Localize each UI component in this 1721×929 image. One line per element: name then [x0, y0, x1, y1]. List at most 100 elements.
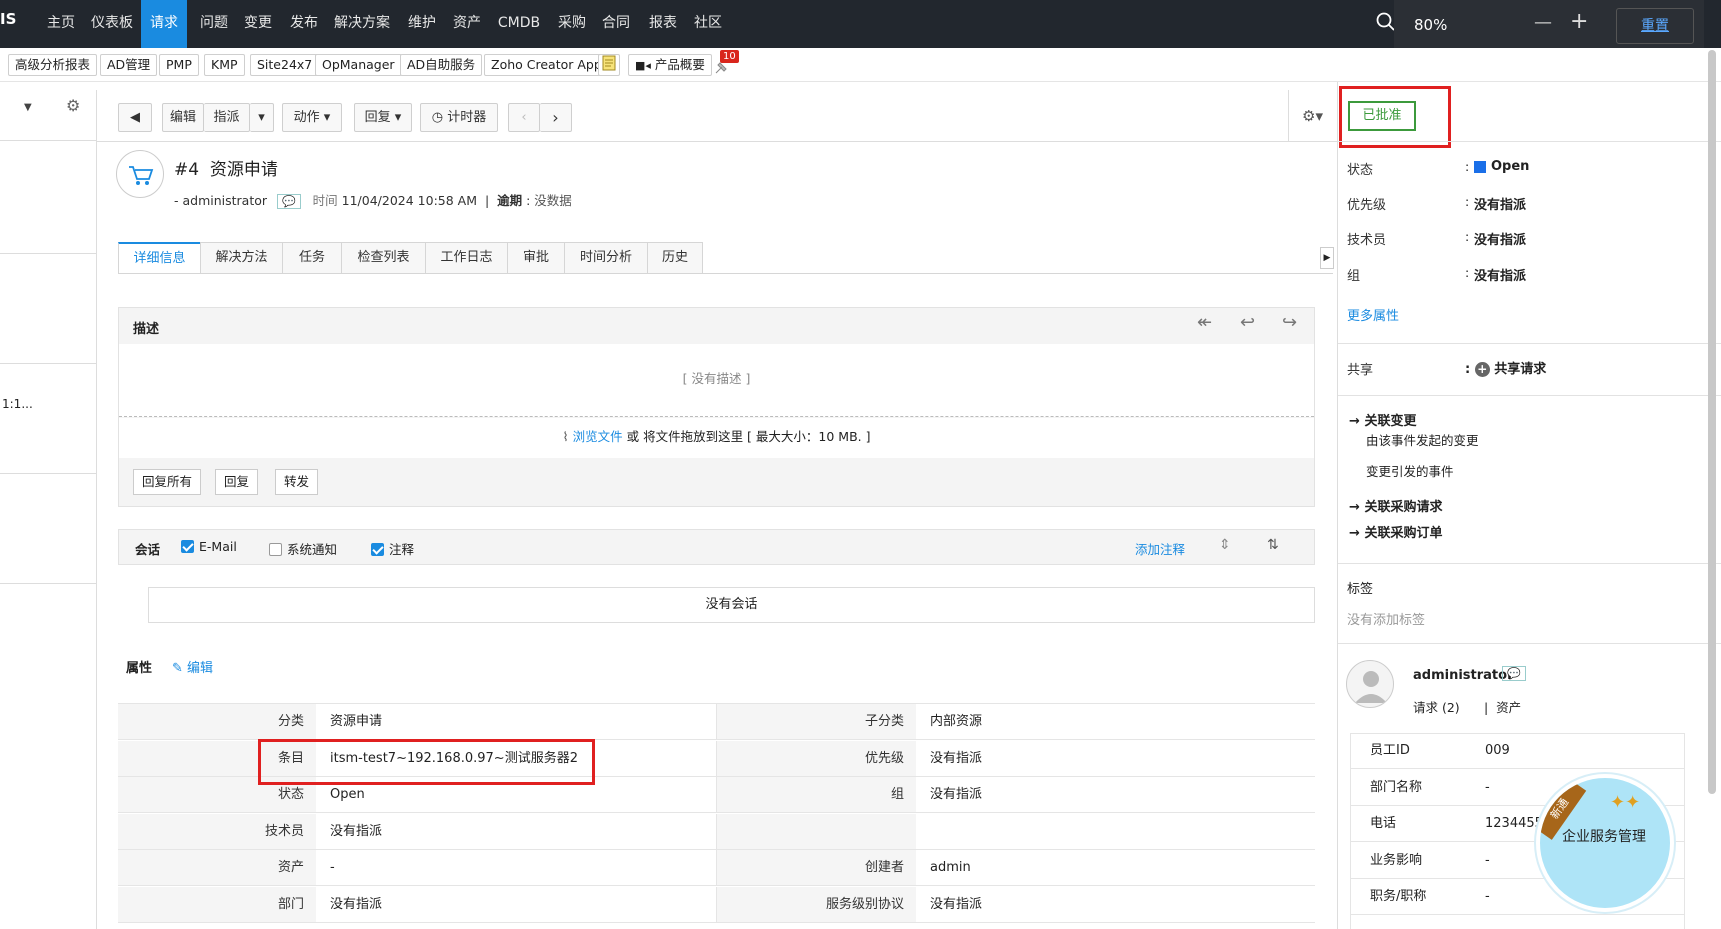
nav-item[interactable]: CMDB	[495, 0, 543, 48]
reply-button[interactable]: 回复 ▾	[354, 103, 412, 132]
nav-item[interactable]: 变更	[240, 0, 276, 48]
app-logo[interactable]: IS	[0, 10, 22, 34]
browse-file-link[interactable]: 浏览文件	[573, 429, 623, 444]
tab-item[interactable]: 详细信息	[118, 242, 201, 274]
assign-dropdown-icon[interactable]: ▾	[250, 103, 274, 132]
timer-button[interactable]: ◷ 计时器	[420, 103, 498, 132]
quick-link[interactable]: AD管理	[100, 54, 158, 76]
nav-item[interactable]: 社区	[690, 0, 726, 48]
user-assets-label: 资产	[1496, 700, 1522, 715]
nav-item[interactable]: 解决方案	[331, 0, 393, 48]
status-color-icon	[1474, 161, 1486, 173]
employee-field-value: -	[1485, 852, 1490, 868]
quick-link[interactable]: Zoho Creator App	[484, 54, 609, 76]
properties-edit-link[interactable]: 编辑	[187, 661, 213, 676]
chevron-down-icon[interactable]: ▼	[24, 102, 32, 113]
next-button[interactable]: ›	[540, 103, 572, 132]
tab-item[interactable]: 任务	[282, 242, 342, 274]
settings-gear-icon[interactable]: ⚙▾	[1288, 90, 1336, 142]
zoom-out-button[interactable]: —	[1534, 12, 1552, 33]
list-item-text[interactable]: 1:1...	[2, 397, 33, 411]
drop-hint: 或 将文件拖放到这里 [ 最大大小：10 MB. ]	[626, 429, 871, 444]
filter-system[interactable]: 系统通知	[269, 539, 337, 558]
quick-link[interactable]: OpManager	[315, 54, 402, 76]
assign-button[interactable]: 指派	[204, 103, 250, 132]
quick-link[interactable]: KMP	[204, 54, 245, 76]
incident-from-change[interactable]: 变更引发的事件	[1366, 461, 1454, 480]
chat-icon[interactable]: 💬	[277, 194, 301, 209]
nav-item[interactable]: 主页	[43, 0, 79, 48]
field-value[interactable]: 没有指派	[1474, 229, 1526, 248]
quick-link[interactable]: Site24x7	[250, 54, 320, 76]
assoc-po-request-link[interactable]: → 关联采购请求	[1349, 496, 1442, 515]
previous-button[interactable]: ‹	[508, 103, 540, 132]
properties-edit[interactable]: ✎ 编辑	[172, 657, 213, 676]
requester-name[interactable]: - administrator	[174, 193, 267, 208]
left-list-panel: ▼ ⚙ 1:1...	[0, 90, 97, 929]
checkbox-notes[interactable]	[371, 543, 384, 556]
gear-icon[interactable]: ⚙	[66, 96, 80, 115]
tab-item[interactable]: 解决方法	[200, 242, 283, 274]
tab-scroll-right-icon[interactable]: ▶	[1320, 247, 1334, 269]
nav-item[interactable]: 合同	[598, 0, 634, 48]
tab-item[interactable]: 历史	[647, 242, 703, 274]
nav-item[interactable]: 报表	[645, 0, 681, 48]
nav-item[interactable]: 请求	[141, 0, 187, 48]
reply-all-icon[interactable]: ↞	[1197, 312, 1212, 333]
assoc-po-link[interactable]: → 关联采购订单	[1349, 522, 1442, 541]
forward-button[interactable]: 转发	[275, 469, 319, 495]
tab-item[interactable]: 工作日志	[425, 242, 508, 274]
filter-notes[interactable]: 注释	[371, 539, 414, 558]
reply-icon[interactable]: ↩	[1240, 312, 1255, 333]
user-requests-link[interactable]: 请求 (2)	[1413, 697, 1460, 716]
add-note-link[interactable]: 添加注释	[1135, 539, 1185, 558]
checkbox-system[interactable]	[269, 543, 282, 556]
due-label: 逾期	[497, 193, 523, 208]
tab-item[interactable]: 时间分析	[564, 242, 648, 274]
change-from-incident[interactable]: 由该事件发起的变更	[1366, 430, 1479, 449]
quick-link[interactable]: PMP	[159, 54, 199, 76]
zoom-reset-button[interactable]: 重置	[1616, 8, 1694, 44]
nav-item[interactable]: 问题	[196, 0, 232, 48]
nav-item[interactable]: 维护	[404, 0, 440, 48]
enterprise-service-badge[interactable]: 新通 ✦✦ 企业服务管理	[1536, 774, 1674, 912]
attachment-drop-zone[interactable]: ⌇ 浏览文件 或 将文件拖放到这里 [ 最大大小：10 MB. ]	[119, 418, 1314, 458]
chat-icon[interactable]: 💬	[1502, 666, 1526, 681]
quick-link[interactable]: AD自助服务	[400, 54, 483, 76]
nav-item[interactable]: 仪表板	[88, 0, 136, 48]
reply-all-button[interactable]: 回复所有	[133, 469, 202, 495]
edit-button[interactable]: 编辑	[162, 103, 204, 132]
sort-icon[interactable]: ⇅	[1267, 537, 1279, 553]
expand-collapse-icon[interactable]: ⇕	[1219, 537, 1231, 553]
forward-icon[interactable]: ↪	[1282, 312, 1297, 333]
nav-item[interactable]: 发布	[286, 0, 322, 48]
checkbox-email[interactable]	[181, 540, 194, 553]
actions-button[interactable]: 动作 ▾	[282, 103, 342, 132]
user-assets-link[interactable]: | 资产	[1484, 697, 1521, 716]
tab-item[interactable]: 检查列表	[341, 242, 426, 274]
nav-item[interactable]: 资产	[449, 0, 485, 48]
notes-icon[interactable]	[598, 54, 620, 76]
assoc-change-link[interactable]: → 关联变更	[1349, 410, 1416, 429]
field-value[interactable]: 没有指派	[1474, 194, 1526, 213]
user-name[interactable]: administrator	[1413, 668, 1513, 683]
more-properties-link[interactable]: 更多属性	[1347, 305, 1399, 324]
back-button[interactable]: ◀	[118, 103, 152, 132]
share-request[interactable]: : + 共享请求	[1465, 358, 1546, 377]
property-value: 没有指派	[930, 750, 983, 766]
page-scrollbar[interactable]	[1708, 50, 1716, 794]
reply-button-2[interactable]: 回复	[215, 469, 259, 495]
tab-item[interactable]: 审批	[507, 242, 565, 274]
conversation-empty: 没有会话	[148, 587, 1315, 623]
nav-item[interactable]: 采购	[554, 0, 590, 48]
product-overview-button[interactable]: ■◂ 产品概要	[628, 54, 712, 76]
zoom-in-button[interactable]: +	[1570, 9, 1588, 34]
quick-link[interactable]: 高级分析报表	[8, 54, 98, 76]
field-value[interactable]: 没有指派	[1474, 265, 1526, 284]
filter-email[interactable]: E-Mail	[181, 539, 237, 554]
field-value[interactable]: Open	[1491, 159, 1529, 174]
search-icon[interactable]	[1376, 12, 1396, 32]
property-value	[916, 814, 1315, 849]
property-value: 没有指派	[930, 896, 983, 912]
right-panel-divider	[1337, 82, 1338, 929]
